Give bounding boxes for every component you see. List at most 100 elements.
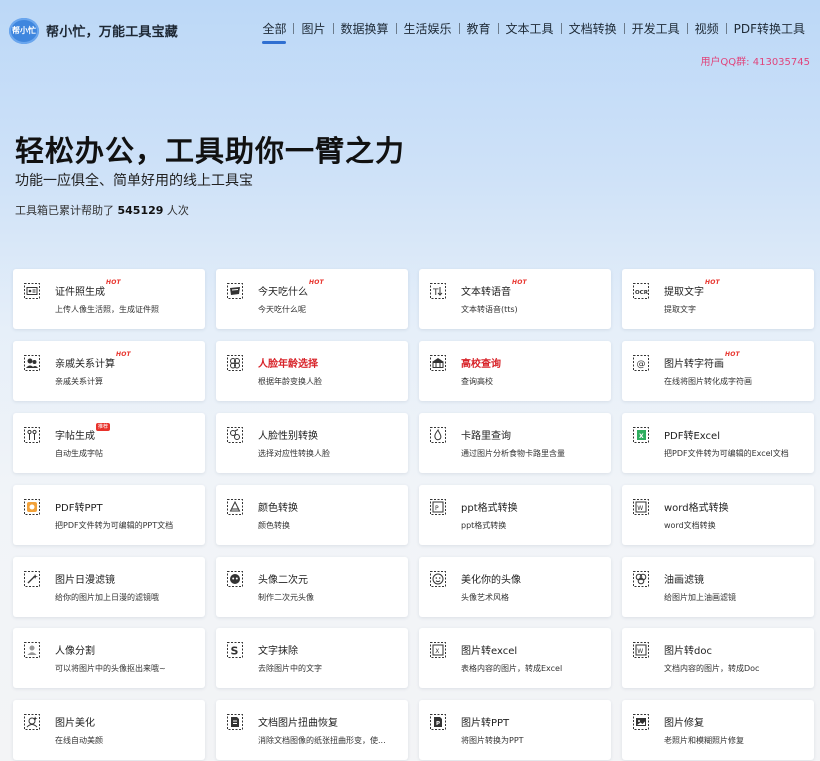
nav-item[interactable]: 文本工具 (499, 20, 561, 37)
tool-title-text: 亲戚关系计算 (55, 359, 115, 370)
tool-card[interactable]: 人像分割可以将图片中的头像抠出来哦~ (13, 628, 205, 688)
tool-title-text: 图片美化 (55, 718, 95, 729)
ocr-icon: OCR (632, 282, 650, 300)
tool-title: 文档图片扭曲恢复 (258, 714, 338, 729)
usage-counter-value: 545129 (117, 204, 164, 217)
svg-text:X: X (435, 648, 439, 655)
tool-card[interactable]: 文档图片扭曲恢复消除文档图像的纸张扭曲形变，使... (216, 700, 408, 760)
tool-description: word文档转换 (664, 521, 716, 530)
tool-title: 字帖生成 推荐 (55, 423, 111, 442)
tool-card[interactable]: 高校查询 查询高校 (419, 341, 611, 401)
tool-title: 提取文字 HOT (664, 279, 720, 298)
hot-badge: HOT (725, 351, 740, 358)
tool-title: 人脸性别转换 (258, 427, 318, 442)
tool-card[interactable]: 人脸年龄选择 根据年龄变换人脸 (216, 341, 408, 401)
tool-card[interactable]: Pppt格式转换 ppt格式转换 (419, 485, 611, 545)
tool-title-text: 头像二次元 (258, 575, 308, 586)
tool-title-text: 文本转语音 (461, 287, 511, 298)
usage-counter-prefix: 工具箱已累计帮助了 (15, 204, 118, 217)
tool-description: 把PDF文件转为可编辑的PPT文档 (55, 521, 174, 530)
tool-description: 在线将图片转化成字符画 (664, 377, 752, 386)
tool-card[interactable]: Wword格式转换 word文档转换 (622, 485, 814, 545)
tool-title-text: 提取文字 (664, 287, 704, 298)
nav-item[interactable]: 生活娱乐 (397, 20, 459, 37)
tool-card[interactable]: X 图片转excel 表格内容的图片，转成Excel (419, 628, 611, 688)
hot-badge: HOT (705, 279, 720, 286)
tool-title: 图片转excel (461, 642, 517, 657)
anime-filter-icon (23, 570, 41, 588)
tool-card[interactable]: 油画滤镜 给图片加上油画滤镜 (622, 557, 814, 617)
tool-card[interactable]: 美化你的头像 头像艺术风格 (419, 557, 611, 617)
tool-title: 图片转PPT (461, 714, 509, 729)
tool-title-text: 证件照生成 (55, 287, 105, 298)
tool-title-text: 卡路里查询 (461, 431, 511, 442)
tool-title-text: 高校查询 (461, 359, 501, 370)
tool-description: 消除文档图像的纸张扭曲形变，使... (258, 736, 386, 745)
tool-title: PDF转Excel (664, 427, 720, 442)
tool-card[interactable]: 亲戚关系计算 HOT 亲戚关系计算 (13, 341, 205, 401)
tool-card[interactable]: 颜色转换 颜色转换 (216, 485, 408, 545)
tool-card[interactable]: @ 图片转字符画 HOT 在线将图片转化成字符画 (622, 341, 814, 401)
logo-icon[interactable]: 帮小忙 (9, 18, 39, 44)
tool-description: 提取文字 (664, 305, 696, 314)
hero-subtitle: 功能一应俱全、简单好用的线上工具宝 (15, 173, 253, 189)
tool-title-text: 油画滤镜 (664, 575, 704, 586)
gender-swap-icon (226, 426, 244, 444)
copybook-icon (23, 426, 41, 444)
nav-item[interactable]: 文档转换 (562, 20, 624, 37)
nav-item[interactable]: 教育 (460, 20, 498, 37)
tool-card[interactable]: 图片日漫滤镜给你的图片加上日漫的滤镜哦 (13, 557, 205, 617)
usage-counter-suffix: 人次 (163, 204, 189, 217)
image-repair-icon (632, 713, 650, 731)
tool-card[interactable]: PDF转PPT 把PDF文件转为可编辑的PPT文档 (13, 485, 205, 545)
id-card-icon (23, 282, 41, 300)
nav-item[interactable]: PDF转换工具 (727, 20, 812, 37)
tool-card[interactable]: P 图片转PPT 将图片转换为PPT (419, 700, 611, 760)
tool-title: word格式转换 (664, 499, 729, 514)
recommend-badge: 推荐 (96, 423, 111, 431)
tool-title-text: word格式转换 (664, 503, 729, 514)
nav-item[interactable]: 开发工具 (625, 20, 687, 37)
tool-card[interactable]: 头像二次元 制作二次元头像 (216, 557, 408, 617)
tool-title-text: 图片日漫滤镜 (55, 575, 115, 586)
school-icon (429, 354, 447, 372)
tool-title: 图片日漫滤镜 (55, 571, 115, 586)
beautify-icon (23, 713, 41, 731)
tool-description: 可以将图片中的头像抠出来哦~ (55, 664, 166, 673)
avatar-art-icon (429, 570, 447, 588)
tool-title: 证件照生成 HOT (55, 279, 121, 298)
tool-title: 文本转语音 HOT (461, 279, 527, 298)
text-to-speech-icon: T (429, 282, 447, 300)
tool-title-text: 颜色转换 (258, 503, 298, 514)
tool-card[interactable]: 字帖生成 推荐 自动生成字帖 (13, 413, 205, 473)
tool-card[interactable]: 证件照生成 HOT 上传人像生活照，生成证件照 (13, 269, 205, 329)
tool-card[interactable]: 图片美化 在线自动美颜 (13, 700, 205, 760)
tool-title-text: 人像分割 (55, 646, 95, 657)
tool-card[interactable]: 图片修复 老照片和模糊照片修复 (622, 700, 814, 760)
hero-title: 轻松办公，工具助你一臂之力 (15, 134, 406, 168)
tool-card[interactable]: W 图片转doc 文档内容的图片，转成Doc (622, 628, 814, 688)
tool-card[interactable]: 今天吃什么 HOT 今天吃什么呢 (216, 269, 408, 329)
tool-card[interactable]: 卡路里查询 通过图片分析食物卡路里含量 (419, 413, 611, 473)
tool-title: 图片美化 (55, 714, 95, 729)
nav-item[interactable]: 图片 (294, 20, 332, 37)
tool-title-text: 文字抹除 (258, 646, 298, 657)
nav-item[interactable]: 全部 (255, 20, 293, 44)
tool-title-text: 字帖生成 (55, 431, 95, 442)
tool-title: 颜色转换 (258, 499, 298, 514)
ppt-format-icon: P (429, 498, 447, 516)
tool-card[interactable]: X PDF转Excel 把PDF文件转为可编辑的Excel文档 (622, 413, 814, 473)
tool-card[interactable]: OCR 提取文字 HOT 提取文字 (622, 269, 814, 329)
nav-item[interactable]: 数据换算 (334, 20, 396, 37)
nav-item[interactable]: 视频 (688, 20, 726, 37)
tool-card[interactable]: S 文字抹除 去除图片中的文字 (216, 628, 408, 688)
tool-description: 给你的图片加上日漫的滤镜哦 (55, 593, 159, 602)
doc-unwarp-icon (226, 713, 244, 731)
tool-title: 图片修复 (664, 714, 704, 729)
tool-title-text: 人脸年龄选择 (258, 359, 318, 370)
tool-card[interactable]: 人脸性别转换 选择对应性转换人脸 (216, 413, 408, 473)
char-art-icon: @ (632, 354, 650, 372)
site-name[interactable]: 帮小忙，万能工具宝藏 (46, 21, 178, 40)
tool-card[interactable]: T 文本转语音 HOT 文本转语音(tts) (419, 269, 611, 329)
tool-title: 今天吃什么 HOT (258, 279, 324, 298)
